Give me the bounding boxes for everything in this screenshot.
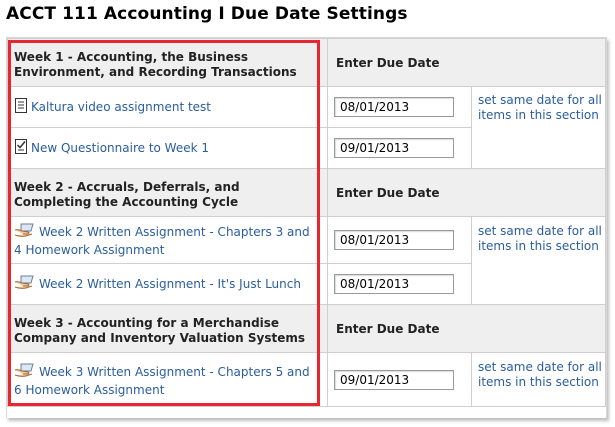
table-row: Kaltura video assignment test set same d…	[7, 86, 606, 169]
set-same-date-link[interactable]: set same date for all items in this sect…	[478, 360, 602, 389]
hand-assignment-icon	[14, 362, 36, 382]
section-header-row: Week 1 - Accounting, the Business Enviro…	[7, 38, 606, 87]
due-date-column-header: Enter Due Date	[327, 168, 606, 217]
set-same-date-link[interactable]: set same date for all items in this sect…	[478, 93, 602, 122]
due-date-input[interactable]	[334, 230, 454, 250]
document-icon	[14, 97, 28, 117]
due-date-input[interactable]	[334, 274, 454, 294]
set-same-date-link[interactable]: set same date for all items in this sect…	[478, 224, 602, 253]
section-title: Week 2 - Accruals, Deferrals, and Comple…	[7, 168, 328, 217]
hand-assignment-icon	[14, 222, 36, 242]
item-link[interactable]: Week 2 Written Assignment - It's Just Lu…	[39, 277, 301, 291]
questionnaire-icon	[14, 138, 28, 158]
due-date-column-header: Enter Due Date	[327, 38, 606, 87]
item-link[interactable]: Week 2 Written Assignment - Chapters 3 a…	[14, 225, 310, 257]
table-row: Week 3 Written Assignment - Chapters 5 a…	[7, 352, 606, 407]
due-date-input[interactable]	[334, 138, 454, 158]
section-header-row: Week 3 - Accounting for a Merchandise Co…	[7, 304, 606, 353]
due-date-table-container: Week 1 - Accounting, the Business Enviro…	[6, 37, 607, 418]
item-link[interactable]: Kaltura video assignment test	[31, 100, 211, 114]
table-row: Week 2 Written Assignment - Chapters 3 a…	[7, 216, 606, 305]
due-date-column-header: Enter Due Date	[327, 304, 606, 353]
due-date-table: Week 1 - Accounting, the Business Enviro…	[7, 38, 606, 407]
item-link[interactable]: New Questionnaire to Week 1	[31, 141, 209, 155]
section-title: Week 1 - Accounting, the Business Enviro…	[7, 38, 328, 87]
hand-assignment-icon	[14, 274, 36, 294]
due-date-input[interactable]	[334, 97, 454, 117]
section-header-row: Week 2 - Accruals, Deferrals, and Comple…	[7, 168, 606, 217]
item-link[interactable]: Week 3 Written Assignment - Chapters 5 a…	[14, 365, 310, 397]
page-title: ACCT 111 Accounting I Due Date Settings	[6, 4, 408, 24]
section-title: Week 3 - Accounting for a Merchandise Co…	[7, 304, 328, 353]
due-date-input[interactable]	[334, 369, 454, 390]
